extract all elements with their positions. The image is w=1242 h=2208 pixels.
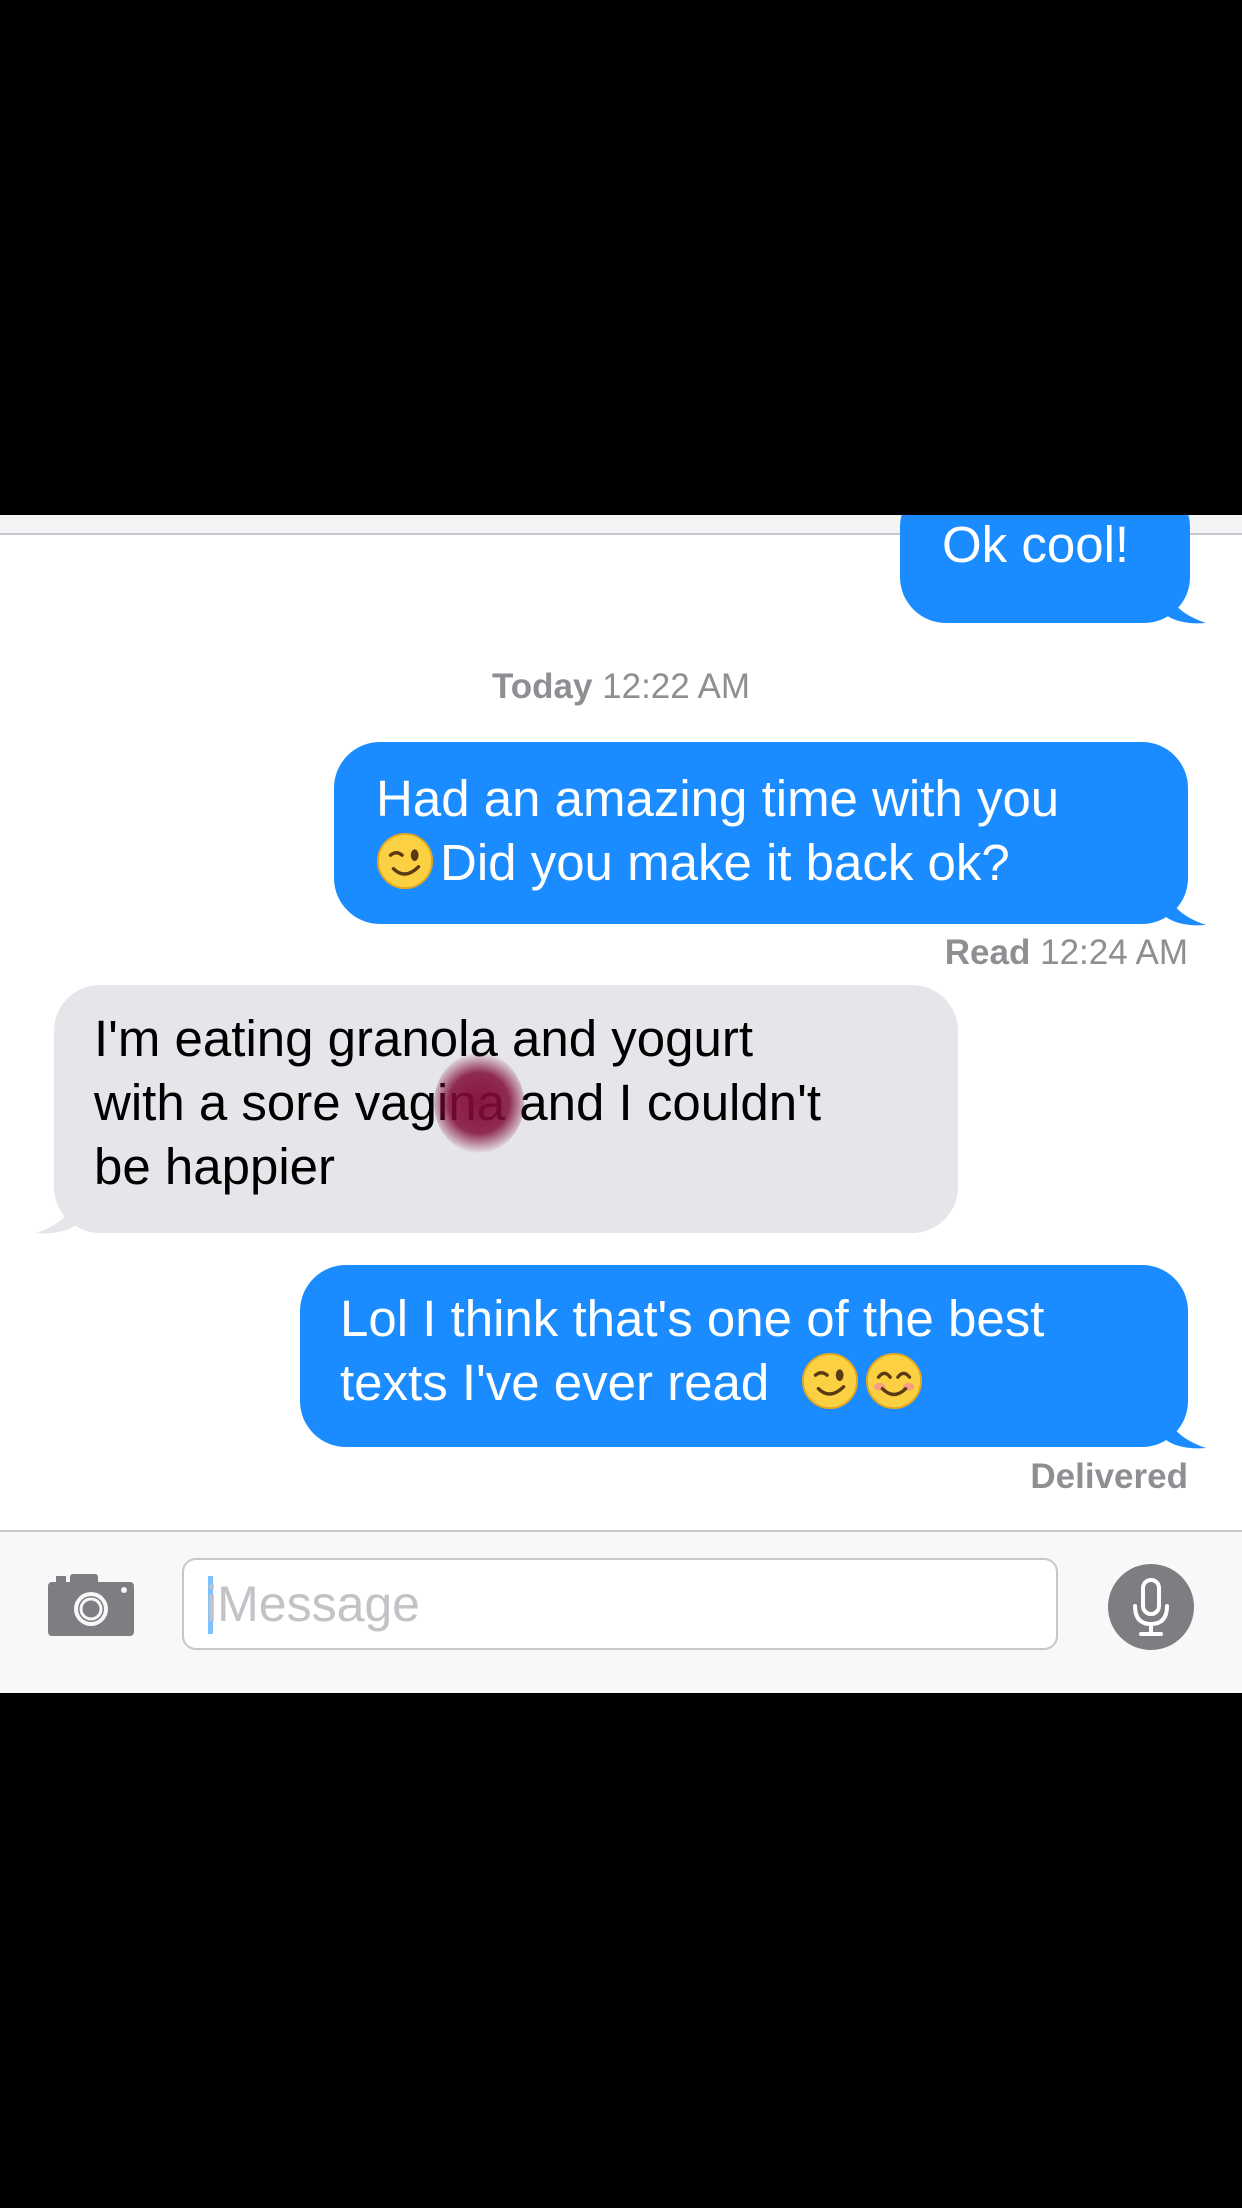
message-text-line: Lol I think that's one of the best [340,1290,1045,1347]
message-text: Ok cool! [942,516,1130,573]
message-bubble-outgoing[interactable]: Lol I think that's one of the best texts… [300,1265,1188,1447]
delivered-status: Delivered [1030,1457,1188,1496]
bubble-tail [1166,585,1206,624]
conversation-timestamp: Today 12:22 AM [0,667,1242,707]
message-text-inline: texts I've ever read [340,1354,770,1411]
message-text-inline: Did you make it back ok? [440,834,1010,891]
message-text-line: Had an amazing time with you [376,770,1060,827]
read-time: 12:24 AM [1040,933,1188,972]
message-text-line: be happier [94,1138,336,1195]
bubble-tail [36,1195,76,1234]
message-input-bar [0,1530,1242,1693]
smiling-face-icon [866,1352,923,1410]
bubble-tail [1166,1410,1206,1449]
timestamp-time: 12:22 AM [602,667,751,706]
camera-icon[interactable] [48,1574,134,1636]
microphone-button[interactable] [1108,1564,1194,1650]
message-bubble-outgoing[interactable]: Had an amazing time with you Did you mak… [334,742,1188,924]
message-input[interactable] [206,1568,1026,1640]
bubble-tail [1166,887,1206,926]
timestamp-day: Today [491,667,593,706]
read-receipt: Read 12:24 AM [945,933,1188,973]
message-field[interactable] [182,1558,1058,1650]
winking-face-icon [376,832,434,890]
winking-face-icon [802,1352,859,1410]
messages-screen: Ok cool! Today 12:22 AM Had an amazing t… [0,515,1242,1693]
message-text-line: Did you make it back ok? [376,831,1188,895]
message-text-line: with a sore vagina and I couldn't [94,1074,822,1131]
message-text-line: texts I've ever read [340,1351,1188,1415]
microphone-icon [1133,1578,1169,1636]
message-text-line: I'm eating granola and yogurt [94,1010,753,1067]
redaction-mark [434,1053,524,1153]
message-bubble-outgoing[interactable]: Ok cool! [900,515,1190,623]
read-label: Read [944,933,1031,972]
